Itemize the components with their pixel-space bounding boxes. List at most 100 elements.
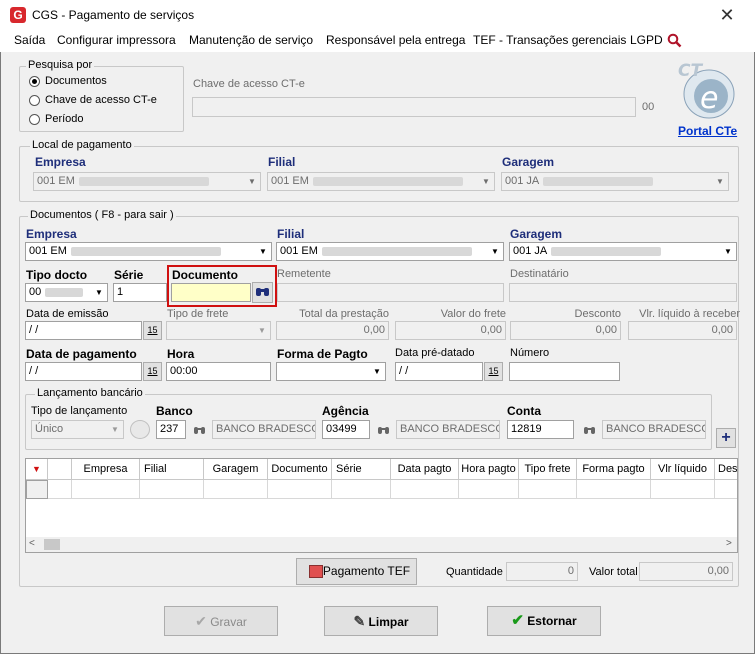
grid-cell[interactable]	[48, 480, 72, 499]
tipo-lancamento-combo[interactable]: Único ▼	[31, 420, 124, 439]
horizontal-scrollbar[interactable]: < >	[26, 537, 737, 552]
tipo-frete-combo[interactable]: ▼	[166, 321, 271, 340]
menu-saida[interactable]: Saída	[14, 33, 45, 47]
menu-lgpd[interactable]: LGPD	[630, 33, 663, 47]
chevron-down-icon[interactable]: ▼	[91, 284, 107, 301]
chevron-down-icon[interactable]: ▼	[712, 173, 728, 190]
conta-name-input[interactable]: BANCO BRADESCO	[602, 420, 706, 439]
radio-chave-acesso[interactable]	[29, 95, 40, 106]
calendar-icon[interactable]: 15	[143, 362, 162, 381]
grid-cell[interactable]	[459, 480, 519, 499]
forma-pagto-combo[interactable]: ▼	[276, 362, 386, 381]
grid-cell[interactable]	[391, 480, 459, 499]
search-icon[interactable]	[667, 33, 682, 48]
radio-periodo[interactable]	[29, 114, 40, 125]
grid-cell[interactable]	[577, 480, 651, 499]
grid-col-hora-pagto[interactable]: Hora pagto	[459, 459, 519, 480]
conta-code-input[interactable]: 12819	[507, 420, 574, 439]
desconto-input[interactable]: 0,00	[510, 321, 621, 340]
calendar-icon[interactable]: 15	[484, 362, 503, 381]
grid-cell[interactable]	[519, 480, 577, 499]
grid-col-filial[interactable]: Filial	[140, 459, 204, 480]
grid-cell[interactable]	[651, 480, 715, 499]
data-predatado-input[interactable]: / /	[395, 362, 483, 381]
local-filial-combo[interactable]: 001 EM ▼	[267, 172, 495, 191]
grid-col-empresa[interactable]: Empresa	[72, 459, 140, 480]
grid-col-tipo-frete[interactable]: Tipo frete	[519, 459, 577, 480]
local-empresa-combo[interactable]: 001 EM ▼	[33, 172, 261, 191]
vlr-liquido-input[interactable]: 0,00	[628, 321, 737, 340]
scrollbar-thumb[interactable]	[44, 539, 60, 550]
grid-col-data-pagto[interactable]: Data pagto	[391, 459, 459, 480]
add-button[interactable]: +	[716, 428, 736, 448]
portal-cte-link[interactable]: Portal CTe	[678, 124, 737, 138]
quantidade-label: Quantidade	[446, 566, 503, 578]
remetente-input[interactable]	[277, 283, 504, 302]
destinatario-input[interactable]	[509, 283, 737, 302]
gravar-button[interactable]: ✔ Gravar	[164, 606, 278, 636]
data-emissao-label: Data de emissão	[26, 308, 109, 320]
valor-total-input[interactable]: 0,00	[639, 562, 733, 581]
menu-configurar-impressora[interactable]: Configurar impressora	[57, 33, 176, 47]
tipo-lancamento-value: Único	[35, 423, 64, 435]
data-pagamento-input[interactable]: / /	[25, 362, 142, 381]
banco-code-input[interactable]: 237	[156, 420, 186, 439]
grid-cell[interactable]	[715, 480, 737, 499]
chevron-down-icon[interactable]: ▼	[244, 173, 260, 190]
chevron-down-icon[interactable]: ▼	[255, 243, 271, 260]
numero-input[interactable]	[509, 362, 620, 381]
close-button[interactable]: ✕	[712, 5, 742, 25]
calendar-icon[interactable]: 15	[143, 321, 162, 340]
data-emissao-input[interactable]: / /	[25, 321, 142, 340]
grid-cell[interactable]	[72, 480, 140, 499]
binoculars-icon[interactable]	[193, 424, 207, 436]
tipo-docto-combo[interactable]: 00 ▼	[25, 283, 108, 302]
documento-search-button[interactable]	[252, 282, 273, 303]
agencia-code-input[interactable]: 03499	[322, 420, 370, 439]
menu-tef[interactable]: TEF - Transações gerenciais	[473, 33, 626, 47]
total-prestacao-input[interactable]: 0,00	[276, 321, 389, 340]
chevron-down-icon[interactable]: ▼	[720, 243, 736, 260]
grid-col-forma-pagto[interactable]: Forma pagto	[577, 459, 651, 480]
grid-sort-icon[interactable]: ▼	[26, 459, 48, 480]
grid-col-desconto[interactable]: Des	[715, 459, 737, 480]
payments-grid[interactable]: ▼ Empresa Filial Garagem Documento Série…	[25, 458, 738, 553]
local-garagem-combo[interactable]: 001 JA ▼	[501, 172, 729, 191]
chevron-down-icon[interactable]: ▼	[369, 363, 385, 380]
estornar-button[interactable]: ✔ Estornar	[487, 606, 601, 636]
grid-col-garagem[interactable]: Garagem	[204, 459, 268, 480]
grid-col-serie[interactable]: Série	[332, 459, 391, 480]
chevron-down-icon[interactable]: ▼	[107, 421, 123, 438]
grid-col-vlr-liquido[interactable]: Vlr líquido	[651, 459, 715, 480]
serie-input[interactable]: 1	[113, 283, 167, 302]
binoculars-icon[interactable]	[377, 424, 391, 436]
agencia-name-input[interactable]: BANCO BRADESCO	[396, 420, 500, 439]
quantidade-input[interactable]: 0	[506, 562, 578, 581]
doc-garagem-combo[interactable]: 001 JA ▼	[509, 242, 737, 261]
grid-row-selector[interactable]	[26, 480, 48, 499]
chave-acesso-input[interactable]	[192, 97, 636, 117]
grid-cell[interactable]	[140, 480, 204, 499]
menu-responsavel-entrega[interactable]: Responsável pela entrega	[326, 33, 465, 47]
chevron-down-icon[interactable]: ▼	[478, 173, 494, 190]
radio-documentos[interactable]	[29, 76, 40, 87]
grid-col-documento[interactable]: Documento	[268, 459, 332, 480]
doc-filial-combo[interactable]: 001 EM ▼	[276, 242, 504, 261]
valor-frete-input[interactable]: 0,00	[395, 321, 506, 340]
chevron-down-icon[interactable]: ▼	[254, 322, 270, 339]
pagamento-tef-button[interactable]: Pagamento TEF	[296, 558, 417, 585]
scroll-left-icon[interactable]: <	[29, 538, 35, 549]
chevron-down-icon[interactable]: ▼	[487, 243, 503, 260]
binoculars-icon[interactable]	[583, 424, 597, 436]
banco-name-input[interactable]: BANCO BRADESCO	[212, 420, 316, 439]
scroll-right-icon[interactable]: >	[726, 538, 732, 549]
limpar-button[interactable]: ✎ Limpar	[324, 606, 438, 636]
documento-input[interactable]	[171, 283, 251, 302]
menu-manutencao-servico[interactable]: Manutenção de serviço	[189, 33, 313, 47]
grid-cell[interactable]	[268, 480, 332, 499]
refresh-icon[interactable]	[130, 420, 150, 439]
doc-empresa-combo[interactable]: 001 EM ▼	[25, 242, 272, 261]
grid-cell[interactable]	[332, 480, 391, 499]
hora-input[interactable]: 00:00	[166, 362, 271, 381]
grid-cell[interactable]	[204, 480, 268, 499]
